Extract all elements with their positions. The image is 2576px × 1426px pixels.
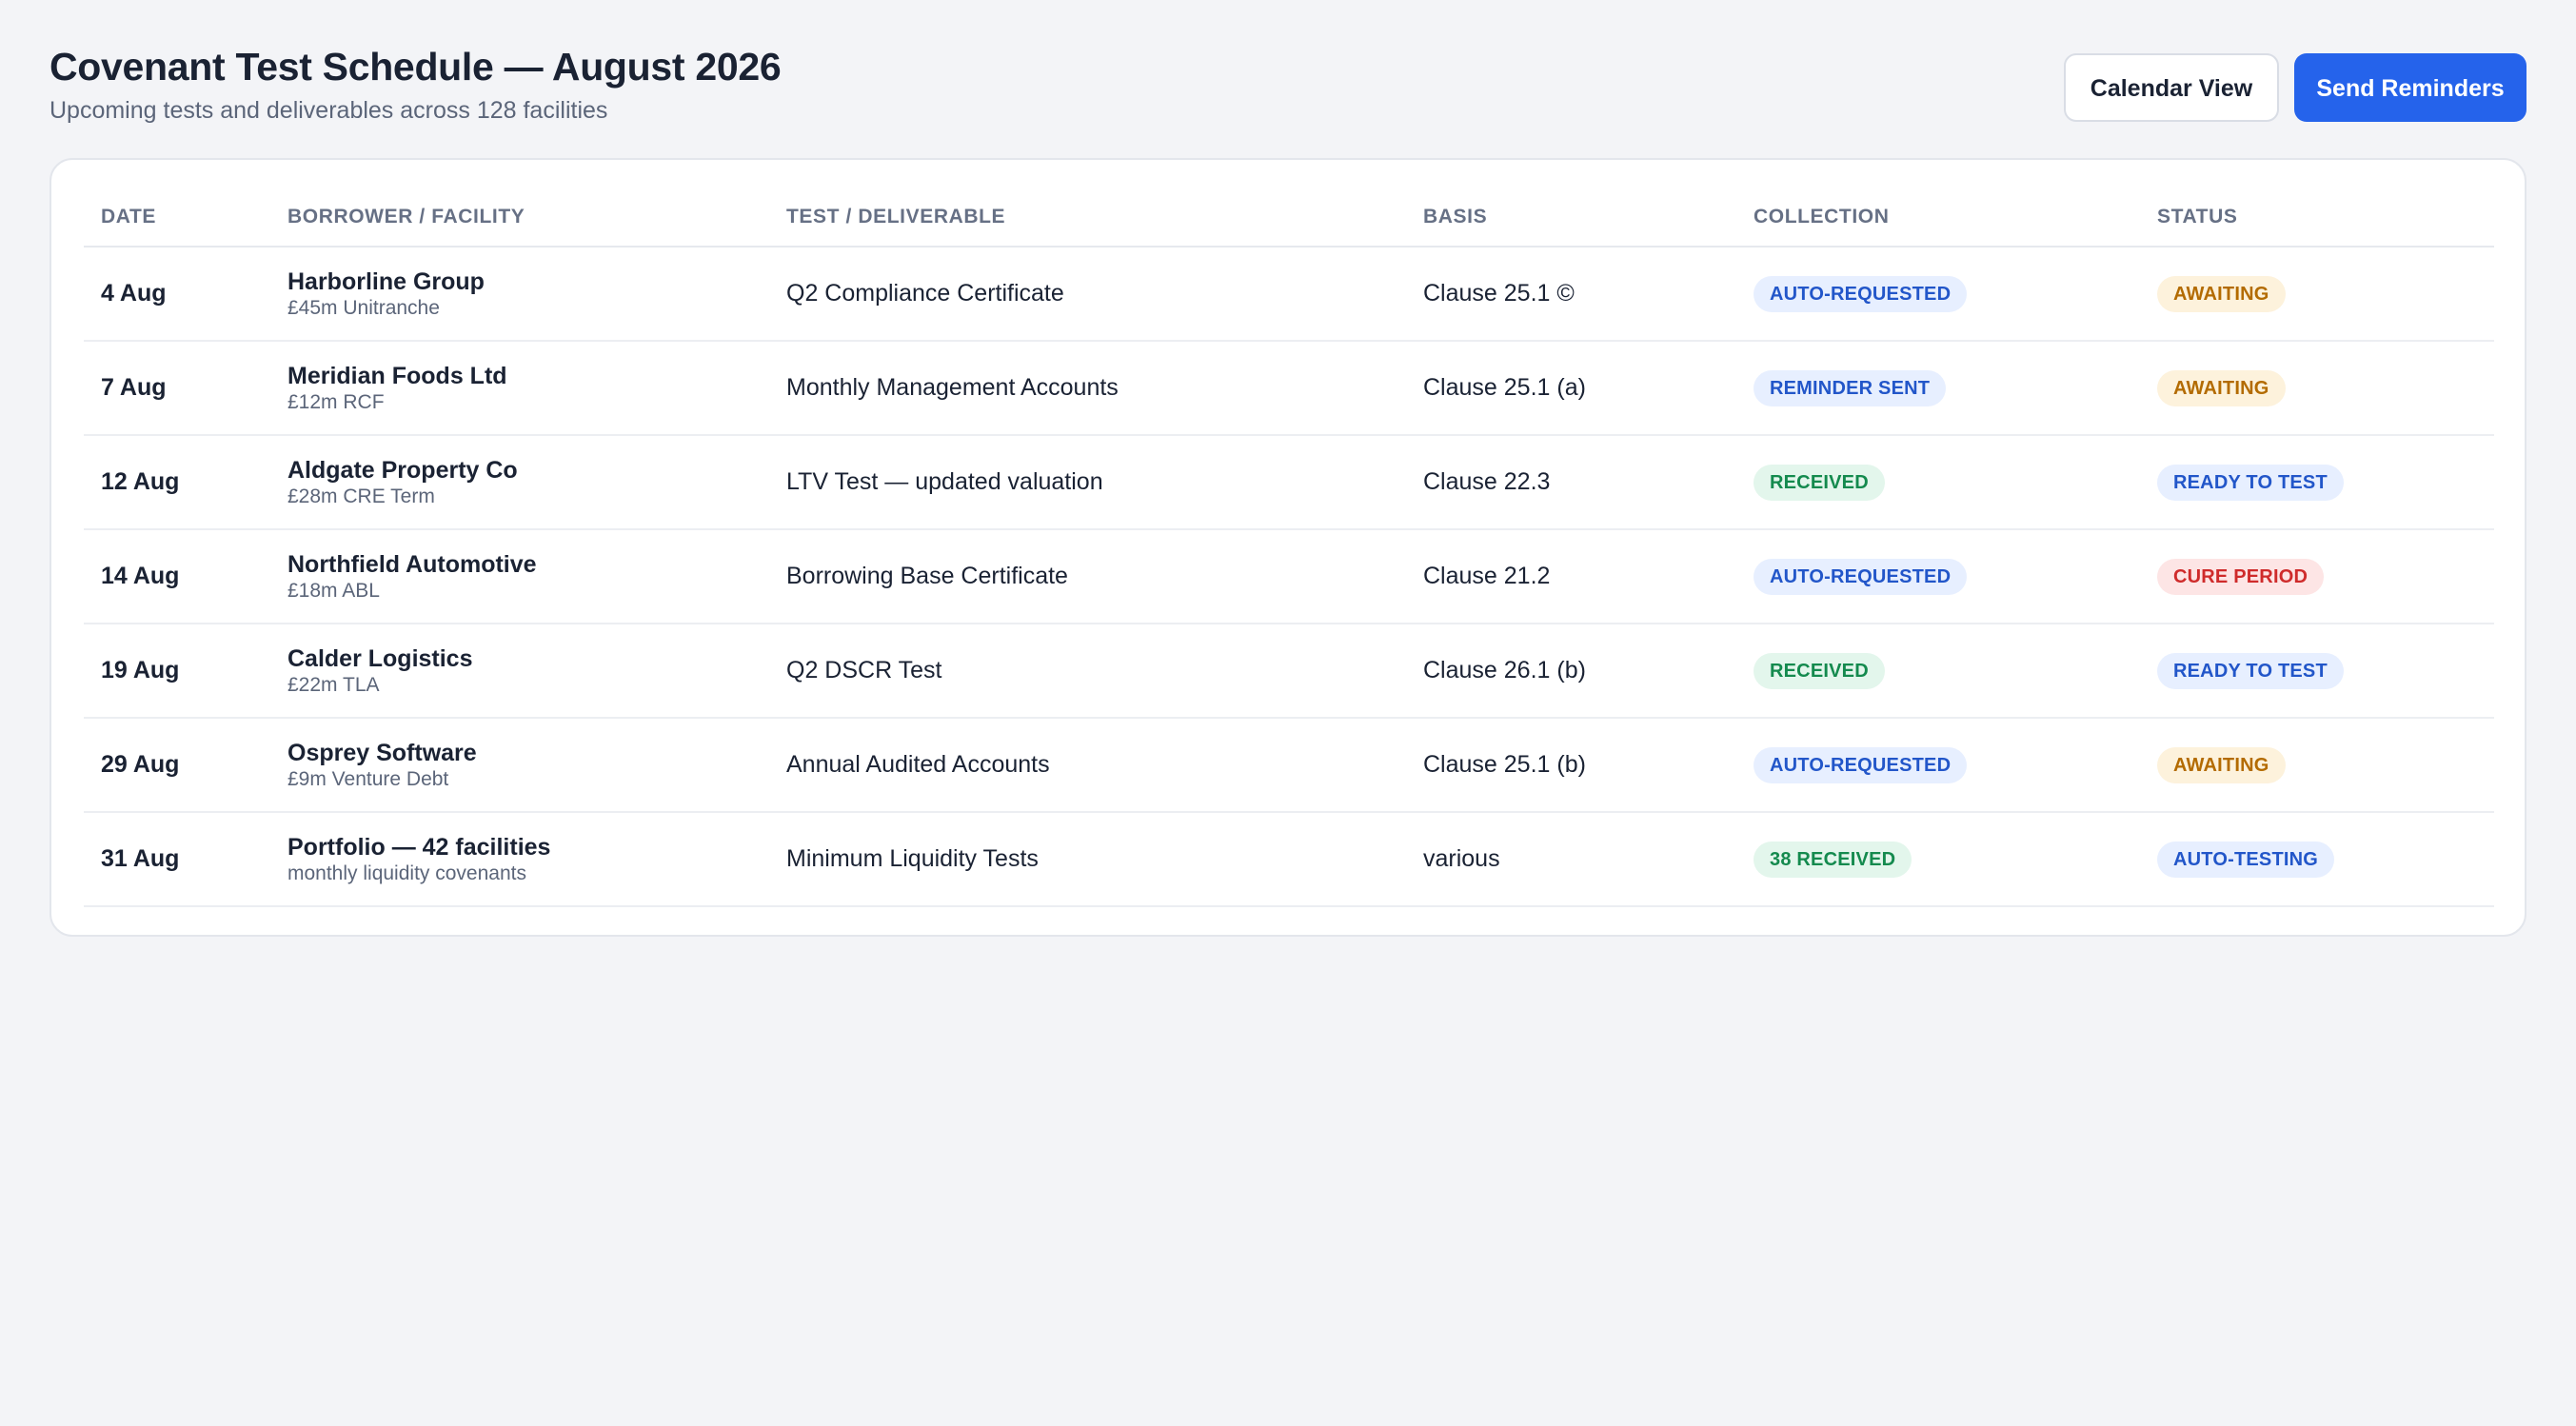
row-collection-cell: AUTO-REQUESTED bbox=[1736, 247, 2140, 342]
row-collection-cell: RECEIVED bbox=[1736, 624, 2140, 719]
row-status-cell: READY TO TEST bbox=[2140, 435, 2494, 530]
facility-description: £9m Venture Debt bbox=[287, 767, 449, 790]
status-badge: CURE PERIOD bbox=[2157, 558, 2325, 595]
collection-badge: AUTO-REQUESTED bbox=[1754, 275, 1968, 312]
table-row[interactable]: 19 Aug Calder Logistics £22m TLA Q2 DSCR… bbox=[84, 624, 2494, 719]
row-date: 19 Aug bbox=[84, 624, 270, 719]
row-borrower-cell: Aldgate Property Co £28m CRE Term bbox=[270, 435, 769, 530]
calendar-view-button[interactable]: Calendar View bbox=[2064, 53, 2279, 122]
row-borrower-cell: Harborline Group £45m Unitranche bbox=[270, 247, 769, 342]
row-date: 7 Aug bbox=[84, 341, 270, 436]
status-badge: AWAITING bbox=[2157, 369, 2286, 406]
row-collection-cell: RECEIVED bbox=[1736, 435, 2140, 530]
row-collection-cell: 38 RECEIVED bbox=[1736, 812, 2140, 907]
row-test: Annual Audited Accounts bbox=[769, 718, 1406, 813]
row-date: 14 Aug bbox=[84, 529, 270, 624]
facility-description: £22m TLA bbox=[287, 673, 380, 696]
send-reminders-button[interactable]: Send Reminders bbox=[2294, 53, 2526, 122]
row-basis: Clause 25.1 (a) bbox=[1406, 341, 1736, 436]
row-borrower-cell: Calder Logistics £22m TLA bbox=[270, 624, 769, 719]
table-row[interactable]: 7 Aug Meridian Foods Ltd £12m RCF Monthl… bbox=[84, 341, 2494, 436]
row-test: Q2 Compliance Certificate bbox=[769, 247, 1406, 342]
row-status-cell: READY TO TEST bbox=[2140, 624, 2494, 719]
row-collection-cell: AUTO-REQUESTED bbox=[1736, 529, 2140, 624]
collection-badge: AUTO-REQUESTED bbox=[1754, 746, 1968, 783]
row-borrower-cell: Osprey Software £9m Venture Debt bbox=[270, 718, 769, 813]
borrower-name: Harborline Group bbox=[287, 267, 485, 295]
column-header-test: TEST / DELIVERABLE bbox=[769, 188, 1406, 248]
column-header-basis: BASIS bbox=[1406, 188, 1736, 248]
row-date: 12 Aug bbox=[84, 435, 270, 530]
row-test: Borrowing Base Certificate bbox=[769, 529, 1406, 624]
row-status-cell: AWAITING bbox=[2140, 718, 2494, 813]
schedule-card: DATE BORROWER / FACILITY TEST / DELIVERA… bbox=[50, 158, 2526, 937]
collection-badge: AUTO-REQUESTED bbox=[1754, 558, 1968, 595]
row-status-cell: AWAITING bbox=[2140, 247, 2494, 342]
status-badge: AWAITING bbox=[2157, 746, 2286, 783]
page-title: Covenant Test Schedule — August 2026 bbox=[50, 45, 782, 89]
row-collection-cell: AUTO-REQUESTED bbox=[1736, 718, 2140, 813]
schedule-table: DATE BORROWER / FACILITY TEST / DELIVERA… bbox=[84, 188, 2494, 907]
table-row[interactable]: 14 Aug Northfield Automotive £18m ABL Bo… bbox=[84, 529, 2494, 624]
row-test: Q2 DSCR Test bbox=[769, 624, 1406, 719]
row-basis: Clause 26.1 (b) bbox=[1406, 624, 1736, 719]
borrower-name: Calder Logistics bbox=[287, 644, 473, 672]
row-test: Minimum Liquidity Tests bbox=[769, 812, 1406, 907]
table-header-row: DATE BORROWER / FACILITY TEST / DELIVERA… bbox=[84, 188, 2494, 248]
status-badge: READY TO TEST bbox=[2157, 652, 2344, 689]
column-header-status: STATUS bbox=[2140, 188, 2494, 248]
row-status-cell: AWAITING bbox=[2140, 341, 2494, 436]
collection-badge: RECEIVED bbox=[1754, 652, 1885, 689]
collection-badge: REMINDER SENT bbox=[1754, 369, 1947, 406]
row-basis: Clause 25.1 © bbox=[1406, 247, 1736, 342]
borrower-name: Osprey Software bbox=[287, 739, 477, 766]
row-basis: Clause 22.3 bbox=[1406, 435, 1736, 530]
facility-description: £12m RCF bbox=[287, 390, 385, 413]
row-basis: Clause 21.2 bbox=[1406, 529, 1736, 624]
row-borrower-cell: Portfolio — 42 facilities monthly liquid… bbox=[270, 812, 769, 907]
row-test: Monthly Management Accounts bbox=[769, 341, 1406, 436]
borrower-name: Northfield Automotive bbox=[287, 550, 537, 578]
row-basis: Clause 25.1 (b) bbox=[1406, 718, 1736, 813]
page-header: Covenant Test Schedule — August 2026 Upc… bbox=[50, 42, 2526, 128]
column-header-collection: COLLECTION bbox=[1736, 188, 2140, 248]
collection-badge: 38 RECEIVED bbox=[1754, 841, 1912, 878]
status-badge: AWAITING bbox=[2157, 275, 2286, 312]
borrower-name: Aldgate Property Co bbox=[287, 456, 518, 484]
facility-description: £28m CRE Term bbox=[287, 485, 435, 507]
table-row[interactable]: 12 Aug Aldgate Property Co £28m CRE Term… bbox=[84, 435, 2494, 530]
borrower-name: Meridian Foods Ltd bbox=[287, 362, 507, 389]
row-date: 29 Aug bbox=[84, 718, 270, 813]
facility-description: £45m Unitranche bbox=[287, 296, 440, 319]
row-test: LTV Test — updated valuation bbox=[769, 435, 1406, 530]
row-borrower-cell: Northfield Automotive £18m ABL bbox=[270, 529, 769, 624]
facility-description: £18m ABL bbox=[287, 579, 380, 602]
row-status-cell: CURE PERIOD bbox=[2140, 529, 2494, 624]
table-row[interactable]: 31 Aug Portfolio — 42 facilities monthly… bbox=[84, 812, 2494, 907]
table-row[interactable]: 29 Aug Osprey Software £9m Venture Debt … bbox=[84, 718, 2494, 813]
row-collection-cell: REMINDER SENT bbox=[1736, 341, 2140, 436]
page-subtitle: Upcoming tests and deliverables across 1… bbox=[50, 97, 608, 124]
row-status-cell: AUTO-TESTING bbox=[2140, 812, 2494, 907]
status-badge: READY TO TEST bbox=[2157, 464, 2344, 501]
column-header-date: DATE bbox=[84, 188, 270, 248]
row-basis: various bbox=[1406, 812, 1736, 907]
borrower-name: Portfolio — 42 facilities bbox=[287, 833, 551, 861]
row-date: 31 Aug bbox=[84, 812, 270, 907]
row-borrower-cell: Meridian Foods Ltd £12m RCF bbox=[270, 341, 769, 436]
table-row[interactable]: 4 Aug Harborline Group £45m Unitranche Q… bbox=[84, 247, 2494, 342]
collection-badge: RECEIVED bbox=[1754, 464, 1885, 501]
facility-description: monthly liquidity covenants bbox=[287, 862, 526, 884]
row-date: 4 Aug bbox=[84, 247, 270, 342]
column-header-borrower: BORROWER / FACILITY bbox=[270, 188, 769, 248]
status-badge: AUTO-TESTING bbox=[2157, 841, 2335, 878]
